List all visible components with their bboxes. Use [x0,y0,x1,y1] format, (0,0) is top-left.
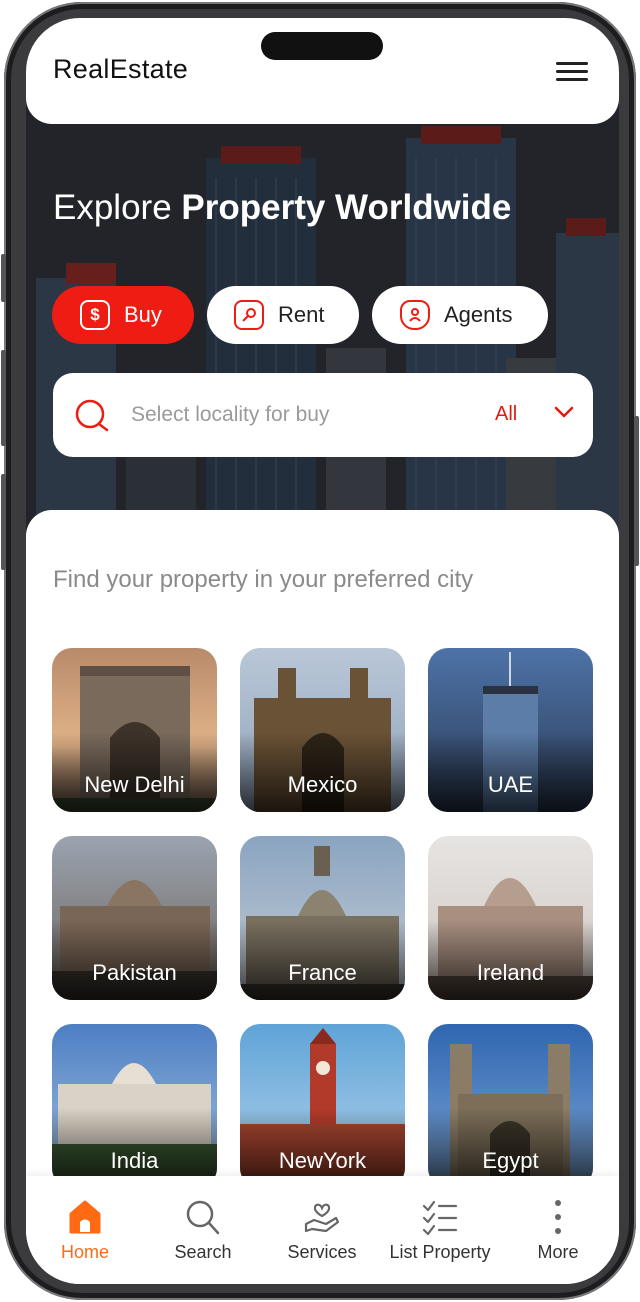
city-name: UAE [487,772,534,797]
city-name: Pakistan [92,960,177,985]
city-card-france[interactable]: France [240,836,405,1000]
nav-search[interactable]: Search [144,1198,262,1263]
filter-dropdown[interactable]: All [495,403,517,426]
chevron-down-icon[interactable] [553,405,575,419]
section-title: Find your property in your preferred cit… [53,566,474,593]
city-card-egypt[interactable]: Egypt [428,1024,593,1188]
tab-agents[interactable]: Agents [372,286,548,344]
search-input[interactable]: Select locality for buy [131,403,329,427]
nav-more-label: More [537,1242,579,1262]
cities-section: Find your property in your preferred cit… [26,510,619,1210]
dollar-icon: $ [80,300,110,330]
phone-screen: RealEstate Explore Property Worldwide $ … [26,18,619,1284]
headline-prefix: Explore [53,188,172,227]
city-card-new-delhi[interactable]: New Delhi [52,648,217,812]
page-headline: Explore Property Worldwide [53,188,511,228]
search-icon [75,399,109,432]
city-name: France [288,960,357,985]
city-card-mexico[interactable]: Mexico [240,648,405,812]
city-name: Ireland [476,960,545,985]
city-card-pakistan[interactable]: Pakistan [52,836,217,1000]
menu-icon [556,62,588,65]
tab-buy[interactable]: $ Buy [52,286,194,344]
tab-agents-label: Agents [444,302,513,327]
home-icon [69,1200,101,1234]
nav-home[interactable]: Home [26,1198,144,1263]
app-title: RealEstate [53,54,189,84]
menu-icon-line [556,78,588,81]
nav-more[interactable]: More [499,1198,617,1263]
bottom-navigation: Home Search Services List Property More [26,1176,619,1284]
nav-search-label: Search [174,1242,232,1262]
locality-search-bar[interactable]: Select locality for buy All [53,373,593,457]
nav-services-label: Services [287,1242,357,1262]
tab-buy-label: Buy [124,302,162,327]
city-name: New Delhi [84,772,185,797]
key-icon [234,300,264,330]
city-name: India [110,1148,159,1173]
city-card-india[interactable]: India [52,1024,217,1188]
volume-up-button [1,350,6,446]
nav-home-label: Home [60,1242,109,1262]
agent-icon [400,300,430,330]
city-card-ireland[interactable]: Ireland [428,836,593,1000]
list-icon [422,1200,458,1236]
city-name: Egypt [482,1148,539,1173]
services-icon [304,1203,340,1233]
city-card-uae[interactable]: UAE [428,648,593,812]
search-icon [186,1200,220,1235]
mute-switch [1,254,6,302]
more-icon [555,1200,561,1234]
power-button [634,416,639,566]
city-card-newyork[interactable]: NewYork [240,1024,405,1188]
app-header: RealEstate [26,18,619,124]
city-name: NewYork [278,1148,367,1173]
tab-rent-label: Rent [278,302,325,327]
menu-icon-line [556,70,588,73]
volume-down-button [1,474,6,570]
nav-list-property-label: List Property [389,1242,491,1262]
nav-services[interactable]: Services [263,1198,381,1263]
headline-bold: Property Worldwide [181,188,512,227]
menu-button[interactable] [556,60,590,84]
dynamic-island [261,32,383,60]
city-name: Mexico [287,772,358,797]
nav-list-property[interactable]: List Property [381,1198,499,1263]
tab-rent[interactable]: Rent [207,286,359,344]
